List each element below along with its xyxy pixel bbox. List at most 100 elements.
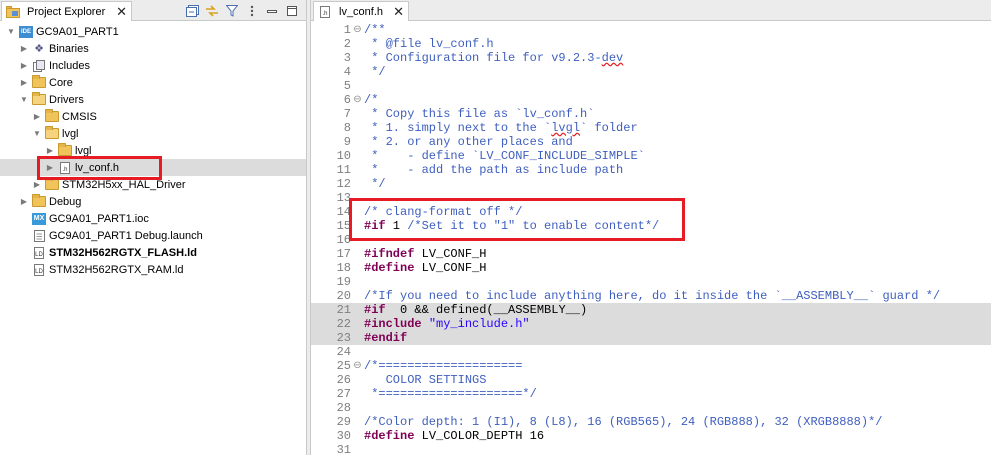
project-explorer-panel: Project Explorer ✕ ▼ IDE GC9A01_PART1 ▶ …: [0, 0, 306, 455]
fold-toggle-icon[interactable]: ⊖: [351, 94, 364, 106]
chevron-down-icon[interactable]: ▼: [19, 95, 29, 104]
code-line[interactable]: 22 #include "my_include.h": [311, 317, 991, 331]
maximize-icon[interactable]: [284, 3, 300, 18]
code-line[interactable]: 28: [311, 401, 991, 415]
tree-item-ioc[interactable]: MX GC9A01_PART1.ioc: [0, 210, 306, 227]
chevron-right-icon[interactable]: ▶: [45, 146, 55, 155]
tree-item-label: GC9A01_PART1.ioc: [49, 212, 149, 225]
code-line[interactable]: 17 #ifndef LV_CONF_H: [311, 247, 991, 261]
tree-item-lvgl[interactable]: ▼ lvgl: [0, 125, 306, 142]
code-token: #ifndef: [364, 247, 415, 261]
code-token: COLOR SETTINGS: [364, 373, 487, 387]
folder-open-icon: [32, 92, 46, 106]
line-number: 11: [336, 163, 351, 177]
tree-item-includes[interactable]: ▶ Includes: [0, 57, 306, 74]
line-number: 7: [343, 107, 351, 121]
code-line[interactable]: 29 /*Color depth: 1 (I1), 8 (L8), 16 (RGB…: [311, 415, 991, 429]
code-line[interactable]: 9 * 2. or any other places and: [311, 135, 991, 149]
annotation-highlight-box: [37, 156, 162, 180]
linker-file-icon: LD: [32, 246, 46, 259]
fold-toggle-icon[interactable]: ⊖: [351, 24, 364, 36]
code-text: * - add the path as include path: [364, 163, 623, 177]
code-line[interactable]: 11 * - add the path as include path: [311, 163, 991, 177]
line-number: 3: [343, 51, 351, 65]
code-line[interactable]: 18 #define LV_CONF_H: [311, 261, 991, 275]
code-text: * @file lv_conf.h: [364, 37, 493, 51]
tree-item-label: lvgl: [75, 144, 92, 157]
code-token: "my_include.h": [428, 317, 530, 331]
line-number: 26: [336, 373, 351, 387]
code-line[interactable]: 26 COLOR SETTINGS: [311, 373, 991, 387]
code-token: /**: [364, 23, 386, 37]
line-number: 23: [336, 331, 351, 345]
code-text: /*If you need to include anything here, …: [364, 289, 940, 303]
code-line[interactable]: 12 */: [311, 177, 991, 191]
code-line[interactable]: 21 #if 0 && defined(__ASSEMBLY__): [311, 303, 991, 317]
chevron-right-icon[interactable]: ▶: [19, 78, 29, 87]
tab-project-explorer[interactable]: Project Explorer ✕: [1, 1, 132, 21]
project-explorer-icon: [6, 5, 20, 18]
header-file-icon: .h: [318, 5, 332, 18]
tree-item-binaries[interactable]: ▶ ❖ Binaries: [0, 40, 306, 57]
collapse-all-icon[interactable]: [184, 3, 200, 18]
fold-toggle-icon[interactable]: ⊖: [351, 360, 364, 372]
chevron-right-icon[interactable]: ▶: [32, 180, 42, 189]
code-line[interactable]: 10 * - define `LV_CONF_INCLUDE_SIMPLE`: [311, 149, 991, 163]
chevron-down-icon[interactable]: ▼: [32, 129, 42, 138]
close-icon[interactable]: ✕: [116, 5, 127, 18]
code-line[interactable]: 30 #define LV_COLOR_DEPTH 16: [311, 429, 991, 443]
code-line[interactable]: 19: [311, 275, 991, 289]
tree-item-launch[interactable]: GC9A01_PART1 Debug.launch: [0, 227, 306, 244]
code-line[interactable]: 3 * Configuration file for v9.2.3-dev: [311, 51, 991, 65]
explorer-tab-bar: Project Explorer ✕: [0, 0, 306, 21]
line-number: 10: [336, 149, 351, 163]
tree-item-core[interactable]: ▶ Core: [0, 74, 306, 91]
tab-label: lv_conf.h: [339, 5, 384, 18]
tab-lv-conf-h[interactable]: .h lv_conf.h ✕: [313, 1, 409, 21]
line-number: 13: [336, 191, 351, 205]
code-line[interactable]: 27 *====================*/: [311, 387, 991, 401]
filter-icon[interactable]: [224, 3, 240, 18]
code-line[interactable]: 20 /*If you need to include anything here…: [311, 289, 991, 303]
tree-item-drivers[interactable]: ▼ Drivers: [0, 91, 306, 108]
code-token: #define: [364, 261, 415, 275]
line-number: 1: [343, 23, 351, 37]
code-line[interactable]: 6 ⊖/*: [311, 93, 991, 107]
code-text: #if 0 && defined(__ASSEMBLY__): [364, 303, 587, 317]
line-number: 22: [336, 317, 351, 331]
minimize-icon[interactable]: [264, 3, 280, 18]
link-with-editor-icon[interactable]: [204, 3, 220, 18]
tree-item-flash-ld[interactable]: LD STM32H562RGTX_FLASH.ld: [0, 244, 306, 261]
code-line[interactable]: 4 */: [311, 65, 991, 79]
chevron-right-icon[interactable]: ▶: [19, 61, 29, 70]
code-line[interactable]: 31: [311, 443, 991, 455]
code-text: /*====================: [364, 359, 522, 373]
code-line[interactable]: 24: [311, 345, 991, 359]
line-number: 2: [343, 37, 351, 51]
tree-item-cmsis[interactable]: ▶ CMSIS: [0, 108, 306, 125]
chevron-right-icon[interactable]: ▶: [19, 44, 29, 53]
chevron-down-icon[interactable]: ▼: [6, 27, 16, 36]
tree-item-label: Drivers: [49, 93, 84, 106]
code-text: */: [364, 65, 385, 79]
chevron-right-icon[interactable]: ▶: [32, 112, 42, 121]
code-line[interactable]: 7 * Copy this file as `lv_conf.h`: [311, 107, 991, 121]
code-line[interactable]: 8 * 1. simply next to the `lvgl` folder: [311, 121, 991, 135]
code-text: COLOR SETTINGS: [364, 373, 487, 387]
tree-item-ram-ld[interactable]: LD STM32H562RGTX_RAM.ld: [0, 261, 306, 278]
code-line[interactable]: 2 * @file lv_conf.h: [311, 37, 991, 51]
tree-item-label: lvgl: [62, 127, 79, 140]
tree-item-project[interactable]: ▼ IDE GC9A01_PART1: [0, 23, 306, 40]
line-number: 15: [336, 219, 351, 233]
close-icon[interactable]: ✕: [393, 5, 404, 18]
code-line[interactable]: 5: [311, 79, 991, 93]
code-line[interactable]: 25 ⊖/*====================: [311, 359, 991, 373]
chevron-right-icon[interactable]: ▶: [19, 197, 29, 206]
code-token: #include: [364, 317, 422, 331]
code-line[interactable]: 23 #endif: [311, 331, 991, 345]
code-token: ` folder: [580, 121, 638, 135]
code-token: * 1. simply next to the `: [364, 121, 552, 135]
code-line[interactable]: 1 ⊖/**: [311, 23, 991, 37]
view-menu-icon[interactable]: [244, 3, 260, 18]
tree-item-debug[interactable]: ▶ Debug: [0, 193, 306, 210]
